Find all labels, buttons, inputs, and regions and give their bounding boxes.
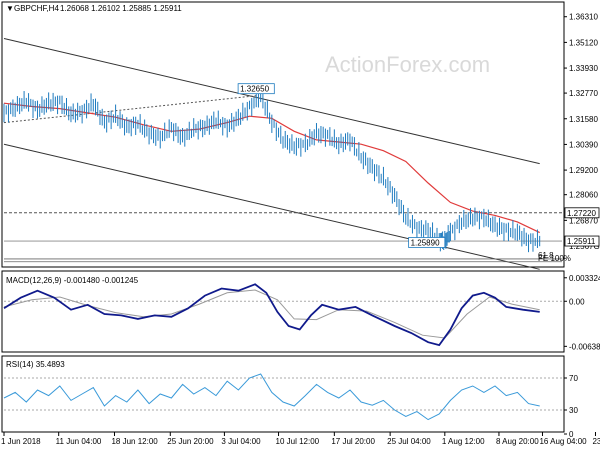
price-y-tick-label: 1.30390 — [569, 140, 598, 149]
x-tick-label: 17 Jul 20:00 — [331, 437, 375, 446]
price-y-tick-label: 1.35120 — [569, 38, 598, 47]
price-y-tick-label: 1.33930 — [569, 64, 598, 73]
x-tick-label: 8 Aug 20:00 — [496, 437, 539, 446]
macd-y-tick-label: 0.003324 — [569, 274, 600, 283]
price-y-tick-label: 1.31580 — [569, 115, 598, 124]
x-tick-label: 11 Jun 04:00 — [56, 437, 102, 446]
chart-canvas: ActionForex.com ▼ GBPCHF,H4 1.26068 1.26… — [1, 1, 600, 446]
rsi-y-tick-label: 30 — [569, 406, 578, 415]
x-tick-label: 1 Jun 2018 — [1, 437, 41, 446]
price-y-tick-label: 1.28060 — [569, 191, 598, 200]
symbol-arrow-icon: ▼ — [6, 4, 14, 13]
resistance-badge-label: 1.27220 — [567, 209, 596, 218]
symbol-label: GBPCHF,H4 — [14, 4, 59, 13]
watermark: ActionForex.com — [325, 52, 490, 77]
x-tick-label: 23 Aug 12:00 — [592, 437, 600, 446]
rsi-label: RSI(14) 35.4893 — [6, 360, 65, 369]
x-tick-label: 25 Jul 04:00 — [387, 437, 431, 446]
price-y-tick-label: 1.29200 — [569, 166, 598, 175]
macd-label: MACD(12,26,9) -0.001480 -0.001245 — [6, 276, 139, 285]
fib-level-label: FE 100% — [538, 254, 571, 263]
x-tick-label: 18 Jun 12:00 — [111, 437, 158, 446]
x-tick-label: 16 Aug 04:00 — [539, 437, 587, 446]
rsi-y-tick-label: 70 — [569, 374, 578, 383]
price-y-tick-label: 1.32770 — [569, 89, 598, 98]
macd-y-tick-label: 0.00 — [569, 297, 585, 306]
ohlc-label: 1.26068 1.26102 1.25885 1.25911 — [60, 4, 182, 13]
x-tick-label: 10 Jul 12:00 — [276, 437, 320, 446]
price-y-tick-label: 1.36310 — [569, 13, 598, 22]
x-tick-label: 3 Jul 04:00 — [221, 437, 261, 446]
x-tick-label: 1 Aug 12:00 — [442, 437, 485, 446]
rsi-panel — [1, 355, 565, 433]
price-annotation-label: 1.32650 — [240, 85, 269, 94]
current-price-badge-label: 1.25911 — [567, 237, 596, 246]
price-annotation-label: 1.25890 — [411, 238, 440, 247]
x-tick-label: 25 Jun 20:00 — [167, 437, 214, 446]
macd-y-tick-label: -0.006381 — [569, 342, 600, 351]
